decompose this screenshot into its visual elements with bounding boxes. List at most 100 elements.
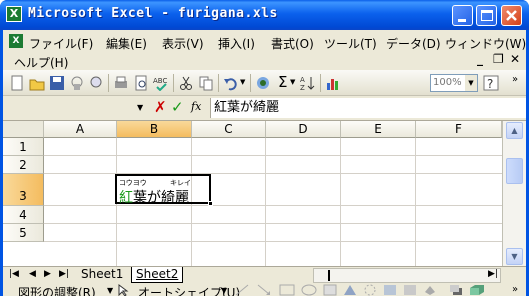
oval-icon[interactable] (301, 284, 317, 296)
horizontal-scroll-thumb[interactable] (328, 270, 334, 281)
doc-close-button[interactable]: ✕ (510, 52, 520, 66)
column-header-e[interactable]: E (341, 121, 416, 138)
horizontal-scrollbar[interactable]: ▶| (313, 268, 501, 283)
3d-icon[interactable] (469, 284, 485, 296)
line-icon[interactable] (235, 284, 249, 296)
textbox-icon[interactable] (323, 284, 337, 296)
permission-icon[interactable] (69, 75, 85, 91)
toolbar-options-icon[interactable]: » (512, 74, 518, 85)
vertical-scrollbar[interactable]: ▲ ▼ (502, 121, 526, 267)
column-header-f[interactable]: F (416, 121, 502, 138)
zoom-dropdown-icon[interactable]: ▼ (465, 75, 477, 91)
window-title: Microsoft Excel - furigana.xls (28, 6, 278, 21)
formula-input[interactable]: 紅葉が綺麗 (210, 98, 526, 118)
doc-restore-button[interactable]: ❐ (493, 52, 504, 66)
next-sheet-icon[interactable]: ▶ (44, 269, 51, 279)
menu-data[interactable]: データ(D) (386, 35, 441, 52)
name-box-dropdown-icon[interactable]: ▼ (137, 103, 143, 112)
menu-format[interactable]: 書式(O) (271, 35, 314, 52)
select-all-corner[interactable] (3, 121, 44, 138)
menu-insert[interactable]: 挿入(I) (218, 35, 255, 52)
vertical-scroll-thumb[interactable] (506, 158, 523, 184)
row-header-3[interactable]: 3 (3, 174, 44, 206)
fill-handle[interactable] (208, 201, 213, 206)
diagram-icon[interactable] (363, 284, 377, 296)
autosum-dropdown-icon[interactable]: ▼ (290, 78, 295, 86)
spelling-icon[interactable]: ABC (153, 75, 169, 91)
minimize-button[interactable] (452, 5, 473, 26)
row-header-4[interactable]: 4 (3, 206, 44, 224)
menu-view[interactable]: 表示(V) (162, 35, 204, 52)
help-icon[interactable]: ? (483, 75, 499, 91)
excel-app-icon[interactable]: X (6, 6, 22, 22)
row-header-5[interactable]: 5 (3, 224, 44, 242)
open-folder-icon[interactable] (29, 75, 45, 91)
picture-icon[interactable] (403, 284, 417, 296)
rectangle-icon[interactable] (279, 284, 295, 296)
menu-help[interactable]: ヘルプ(H) (14, 54, 68, 71)
research-icon[interactable] (89, 75, 105, 91)
hyperlink-icon[interactable] (255, 75, 271, 91)
fill-color-icon[interactable] (423, 284, 437, 296)
clipart-icon[interactable] (383, 284, 397, 296)
cell-text-part1: 紅 (119, 190, 133, 206)
cancel-entry-icon[interactable]: ✗ (154, 98, 167, 116)
new-document-icon[interactable] (9, 75, 25, 91)
prev-sheet-icon[interactable]: ◀ (29, 269, 36, 279)
undo-dropdown-icon[interactable]: ▼ (240, 78, 245, 86)
menu-edit[interactable]: 編集(E) (106, 35, 147, 52)
menu-bar: X ファイル(F) 編集(E) 表示(V) 挿入(I) 書式(O) ツール(T)… (3, 30, 526, 71)
gridline (44, 155, 502, 156)
scroll-up-button[interactable]: ▲ (506, 122, 523, 139)
zoom-value: 100% (433, 77, 462, 88)
shadow-icon[interactable] (449, 284, 463, 296)
chart-wizard-icon[interactable] (325, 75, 341, 91)
draw-dropdown-icon[interactable]: ▼ (107, 286, 113, 295)
zoom-select[interactable]: 100% ▼ (430, 74, 478, 92)
column-header-b[interactable]: B (117, 121, 192, 138)
app-client-area: X ファイル(F) 編集(E) 表示(V) 挿入(I) 書式(O) ツール(T)… (3, 30, 526, 296)
scroll-down-button[interactable]: ▼ (506, 248, 523, 265)
column-header-a[interactable]: A (44, 121, 117, 138)
gridline (415, 138, 416, 267)
row-header-2[interactable]: 2 (3, 156, 44, 174)
doc-minimize-button[interactable]: _ (477, 52, 483, 66)
menu-window[interactable]: ウィンドウ(W) (445, 35, 526, 52)
workbook-icon[interactable]: X (9, 34, 23, 48)
print-preview-icon[interactable] (133, 75, 149, 91)
menu-file[interactable]: ファイル(F) (29, 35, 93, 52)
first-sheet-icon[interactable]: |◀ (9, 269, 19, 279)
scroll-right-button[interactable]: ▶| (488, 269, 498, 279)
gridline (44, 173, 502, 174)
sort-ascending-icon[interactable]: AZ (300, 75, 316, 91)
title-bar[interactable]: X Microsoft Excel - furigana.xls (0, 0, 529, 30)
gridline (44, 223, 502, 224)
autosum-icon[interactable]: Σ (278, 73, 287, 91)
column-header-d[interactable]: D (266, 121, 341, 138)
formula-bar: ▼ ✗ ✓ fx 紅葉が綺麗 (3, 97, 526, 119)
tab-sheet2[interactable]: Sheet2 (131, 267, 184, 283)
arrow-icon[interactable] (257, 284, 271, 296)
column-header-c[interactable]: C (192, 121, 266, 138)
last-sheet-icon[interactable]: ▶| (59, 269, 69, 279)
menu-tools[interactable]: ツール(T) (324, 35, 377, 52)
save-icon[interactable] (49, 75, 65, 91)
row-header-1[interactable]: 1 (3, 138, 44, 156)
select-objects-icon[interactable] (117, 284, 129, 296)
excel-window: X Microsoft Excel - furigana.xls X ファイル(… (0, 0, 529, 296)
wordart-icon[interactable] (343, 284, 357, 296)
cut-icon[interactable] (178, 75, 194, 91)
tab-sheet1[interactable]: Sheet1 (77, 267, 127, 283)
svg-text:?: ? (487, 77, 493, 91)
insert-function-icon[interactable]: fx (191, 100, 201, 113)
print-icon[interactable] (113, 75, 129, 91)
svg-text:A: A (300, 76, 305, 84)
autoshapes-dropdown-icon[interactable]: ▼ (221, 286, 227, 295)
confirm-entry-icon[interactable]: ✓ (171, 98, 184, 116)
draw-menu-button[interactable]: 図形の調整(R) (18, 284, 96, 296)
copy-icon[interactable] (198, 75, 214, 91)
undo-icon[interactable] (223, 75, 239, 91)
maximize-button[interactable] (476, 5, 497, 26)
close-button[interactable] (501, 5, 522, 26)
drawing-toolbar-options-icon[interactable]: » (512, 284, 518, 295)
